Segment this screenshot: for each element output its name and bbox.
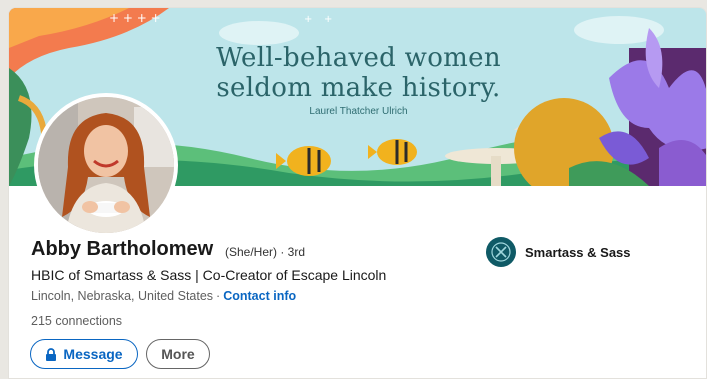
profile-location: Lincoln, Nebraska, United States <box>31 289 214 303</box>
avatar-photo <box>38 97 174 233</box>
message-button[interactable]: Message <box>30 339 138 369</box>
more-button[interactable]: More <box>146 339 210 369</box>
company-logo-icon <box>486 237 516 267</box>
contact-info-link[interactable]: Contact info <box>223 289 296 303</box>
svg-text:+ + + +: + + + + <box>109 11 161 25</box>
profile-name: Abby Bartholomew <box>31 238 214 260</box>
location-separator: · <box>216 289 221 303</box>
lock-icon <box>45 347 57 361</box>
more-button-label: More <box>161 346 195 362</box>
profile-location-row: Lincoln, Nebraska, United States · Contact… <box>31 289 296 303</box>
banner-quote-line1: Well-behaved women <box>216 43 501 73</box>
svg-text:+: + <box>304 14 312 25</box>
company-name: Smartass & Sass <box>525 244 631 260</box>
profile-card: + + + + + + Well-behaved women seldom ma… <box>8 7 707 379</box>
svg-text:+: + <box>324 14 332 25</box>
connections-count[interactable]: 215 connections <box>31 314 122 328</box>
profile-headline: HBIC of Smartass & Sass | Co-Creator of … <box>31 267 387 283</box>
current-company-link[interactable]: Smartass & Sass <box>486 237 631 267</box>
profile-avatar[interactable] <box>34 93 178 237</box>
message-button-label: Message <box>63 346 123 362</box>
profile-pronouns-degree: (She/Her) · 3rd <box>225 245 306 259</box>
